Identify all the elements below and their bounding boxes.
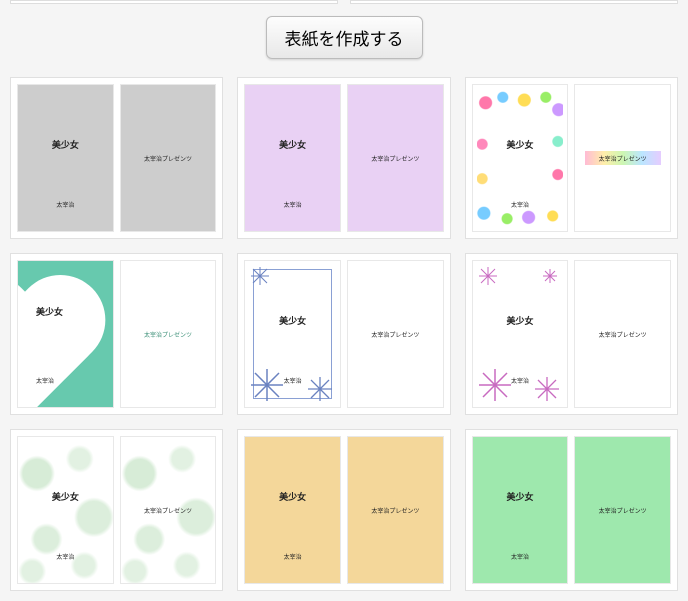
cover-page: 美少女 太宰治	[472, 84, 569, 232]
back-text: 太宰治プレゼンツ	[599, 154, 647, 163]
cover-page: 美少女 太宰治	[244, 260, 341, 408]
back-text: 太宰治プレゼンツ	[599, 506, 647, 515]
template-card-floral[interactable]: 美少女 太宰治 太宰治プレゼンツ	[465, 77, 678, 239]
template-card-green-texture[interactable]: 美少女 太宰治 太宰治プレゼンツ	[10, 429, 223, 591]
template-card-gray[interactable]: 美少女 太宰治 太宰治プレゼンツ	[10, 77, 223, 239]
cover-title: 美少女	[279, 314, 306, 327]
back-page: 太宰治プレゼンツ	[574, 260, 671, 408]
cover-page: 美少女 太宰治	[244, 436, 341, 584]
template-card-peach[interactable]: 美少女 太宰治 太宰治プレゼンツ	[237, 429, 450, 591]
template-card-blue-snow[interactable]: 美少女 太宰治 太宰治プレゼンツ	[237, 253, 450, 415]
cover-author: 太宰治	[511, 376, 529, 385]
cover-title: 美少女	[506, 314, 533, 327]
texture-overlay	[18, 437, 113, 583]
cover-title: 美少女	[279, 490, 306, 503]
cover-page: 美少女 太宰治	[17, 436, 114, 584]
snowflake-icon	[477, 265, 499, 287]
cover-author: 太宰治	[284, 200, 302, 209]
template-card-lavender[interactable]: 美少女 太宰治 太宰治プレゼンツ	[237, 77, 450, 239]
cover-page: 美少女 太宰治	[17, 84, 114, 232]
text-input-left[interactable]	[10, 0, 338, 4]
cover-author: 太宰治	[56, 552, 74, 561]
back-text: 太宰治プレゼンツ	[144, 506, 192, 515]
snowflake-icon	[533, 375, 561, 403]
back-page: 太宰治プレゼンツ	[120, 436, 217, 584]
back-page: 太宰治プレゼンツ	[120, 260, 217, 408]
cover-page: 美少女 太宰治	[17, 260, 114, 408]
cover-page: 美少女 太宰治	[472, 260, 569, 408]
back-page: 太宰治プレゼンツ	[347, 436, 444, 584]
cover-author: 太宰治	[284, 376, 302, 385]
back-page: 太宰治プレゼンツ	[574, 84, 671, 232]
cover-title: 美少女	[52, 138, 79, 151]
cover-author: 太宰治	[284, 552, 302, 561]
heart-shape	[17, 279, 114, 408]
button-row: 表紙を作成する	[0, 16, 688, 59]
cover-author: 太宰治	[511, 552, 529, 561]
cover-page: 美少女 太宰治	[472, 436, 569, 584]
cover-author: 太宰治	[36, 376, 54, 385]
cover-title: 美少女	[52, 490, 79, 503]
back-text: 太宰治プレゼンツ	[144, 154, 192, 163]
cover-author: 太宰治	[511, 200, 529, 209]
top-input-row	[0, 0, 688, 4]
snowflake-icon	[541, 267, 559, 285]
back-page: 太宰治プレゼンツ	[120, 84, 217, 232]
back-page: 太宰治プレゼンツ	[347, 260, 444, 408]
cover-title: 美少女	[506, 138, 533, 151]
cover-title: 美少女	[506, 490, 533, 503]
snowflake-icon	[475, 365, 515, 405]
cover-author: 太宰治	[56, 200, 74, 209]
cover-page: 美少女 太宰治	[244, 84, 341, 232]
back-page: 太宰治プレゼンツ	[347, 84, 444, 232]
text-input-right[interactable]	[350, 0, 678, 4]
template-card-teal-heart[interactable]: 美少女 太宰治 太宰治プレゼンツ	[10, 253, 223, 415]
back-text: 太宰治プレゼンツ	[371, 154, 419, 163]
back-text: 太宰治プレゼンツ	[144, 330, 192, 339]
back-text: 太宰治プレゼンツ	[371, 506, 419, 515]
cover-title: 美少女	[279, 138, 306, 151]
template-card-mint[interactable]: 美少女 太宰治 太宰治プレゼンツ	[465, 429, 678, 591]
back-text: 太宰治プレゼンツ	[371, 330, 419, 339]
template-card-pink-snow[interactable]: 美少女 太宰治 太宰治プレゼンツ	[465, 253, 678, 415]
template-grid: 美少女 太宰治 太宰治プレゼンツ 美少女 太宰治 太宰治プレゼンツ 美少女 太宰…	[0, 77, 688, 601]
create-cover-button[interactable]: 表紙を作成する	[266, 16, 423, 59]
cover-title: 美少女	[36, 305, 63, 318]
back-page: 太宰治プレゼンツ	[574, 436, 671, 584]
back-text: 太宰治プレゼンツ	[599, 330, 647, 339]
